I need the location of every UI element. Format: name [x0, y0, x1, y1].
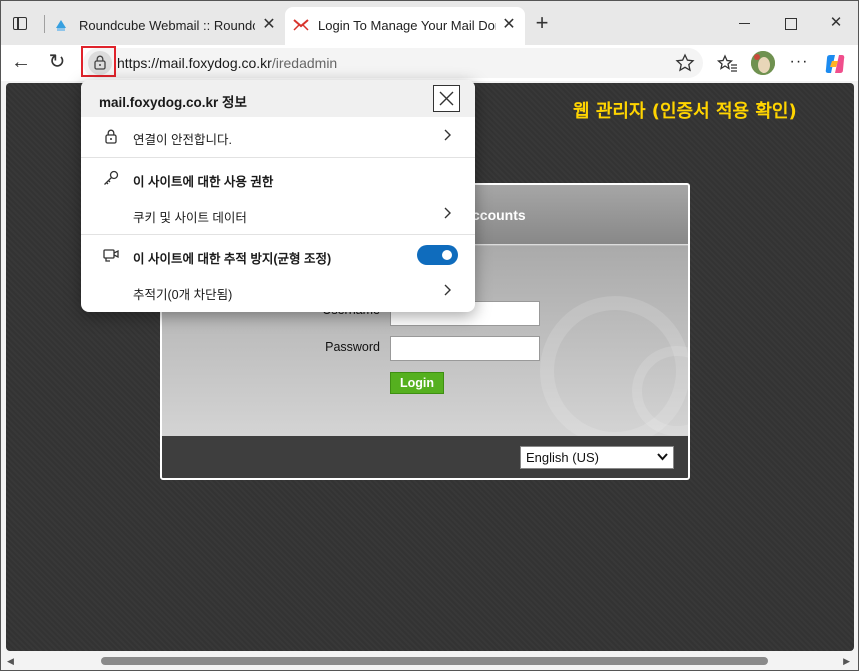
tab-iredadmin[interactable]: Login To Manage Your Mail Domains ✕	[285, 7, 525, 45]
tracking-text: 이 사이트에 대한 추적 방지(균형 조정)	[133, 252, 332, 266]
browser-window: Roundcube Webmail :: Roundcube ✕ Login T…	[0, 0, 859, 671]
popup-divider	[81, 157, 475, 158]
tab-strip: Roundcube Webmail :: Roundcube ✕ Login T…	[1, 1, 858, 45]
favorite-star-icon[interactable]	[675, 53, 695, 73]
window-close-button[interactable]: ✕	[825, 13, 847, 35]
back-button[interactable]: ←	[9, 51, 33, 75]
tab-close-icon[interactable]: ✕	[499, 15, 519, 35]
site-info-highlight	[81, 46, 116, 77]
popup-header: mail.foxydog.co.kr 정보	[81, 80, 475, 117]
trackers-text: 추적기(0개 차단됨)	[133, 288, 233, 302]
tab-title: Login To Manage Your Mail Domains	[318, 18, 496, 33]
avatar-image	[751, 51, 775, 75]
trackers-row[interactable]: 추적기(0개 차단됨)	[81, 273, 475, 309]
profile-avatar[interactable]	[751, 51, 775, 75]
lock-icon	[105, 129, 117, 144]
iredadmin-mail-icon	[293, 19, 309, 31]
key-icon	[104, 170, 119, 185]
page-caption: 웹 관리자 (인증서 적용 확인)	[573, 101, 797, 122]
permissions-text: 이 사이트에 대한 사용 권한	[133, 175, 274, 189]
chevron-right-icon	[444, 207, 451, 219]
tab-separator	[44, 15, 45, 33]
site-info-popup: mail.foxydog.co.kr 정보 연결이 안전합니다. 이 사이트에 …	[81, 80, 475, 312]
password-label: Password	[325, 340, 380, 354]
login-button[interactable]: Login	[390, 372, 444, 394]
scrollbar-thumb[interactable]	[101, 657, 768, 665]
connection-text: 연결이 안전합니다.	[133, 133, 232, 147]
favorites-list-icon[interactable]	[716, 52, 740, 76]
navigation-bar: ← ↻ https://mail.foxydog.co.kr/iredadmin	[1, 45, 858, 81]
url-path: /iredadmin	[271, 55, 338, 71]
tab-title: Roundcube Webmail :: Roundcube	[79, 18, 255, 33]
tracking-row: 이 사이트에 대한 추적 방지(균형 조정)	[81, 237, 475, 273]
tab-close-icon[interactable]: ✕	[259, 15, 279, 35]
tracking-prevention-icon	[103, 249, 119, 262]
tracking-toggle[interactable]	[417, 245, 458, 265]
login-header-title: ccounts	[472, 207, 526, 223]
toggle-knob	[442, 250, 452, 260]
horizontal-scrollbar[interactable]: ◀ ▶	[1, 653, 858, 670]
address-bar[interactable]: https://mail.foxydog.co.kr/iredadmin	[83, 48, 703, 78]
reload-button[interactable]: ↻	[45, 51, 69, 75]
roundcube-cloud-icon	[56, 20, 66, 31]
url-text[interactable]: https://mail.foxydog.co.kr/iredadmin	[117, 55, 337, 71]
popup-divider	[81, 234, 475, 235]
more-options-button[interactable]: ···	[787, 52, 811, 76]
minimize-button[interactable]	[734, 13, 756, 35]
new-tab-button[interactable]: +	[531, 12, 553, 35]
login-footer: English (US)	[162, 436, 688, 478]
close-icon	[439, 91, 454, 106]
permissions-row: 이 사이트에 대한 사용 권한	[81, 160, 475, 196]
url-host: https://mail.foxydog.co.kr	[117, 55, 272, 71]
tab-actions-button[interactable]	[9, 13, 31, 35]
tab-roundcube[interactable]: Roundcube Webmail :: Roundcube ✕	[49, 7, 283, 45]
chevron-right-icon	[444, 129, 451, 141]
popup-close-button[interactable]	[433, 85, 460, 112]
popup-title: mail.foxydog.co.kr 정보	[99, 95, 247, 110]
chevron-right-icon	[444, 284, 451, 296]
language-select[interactable]: English (US)	[520, 446, 674, 469]
copilot-icon[interactable]	[823, 52, 847, 76]
tab-actions-icon	[13, 17, 27, 30]
cookies-text: 쿠키 및 사이트 데이터	[133, 211, 247, 225]
scroll-left-icon[interactable]: ◀	[7, 656, 14, 667]
password-input[interactable]	[390, 336, 540, 361]
language-value: English (US)	[526, 450, 599, 465]
cookies-row[interactable]: 쿠키 및 사이트 데이터	[81, 196, 475, 232]
maximize-button[interactable]	[780, 13, 802, 35]
chevron-down-icon	[657, 453, 668, 461]
connection-row[interactable]: 연결이 안전합니다.	[81, 118, 475, 154]
scroll-right-icon[interactable]: ▶	[843, 656, 850, 667]
